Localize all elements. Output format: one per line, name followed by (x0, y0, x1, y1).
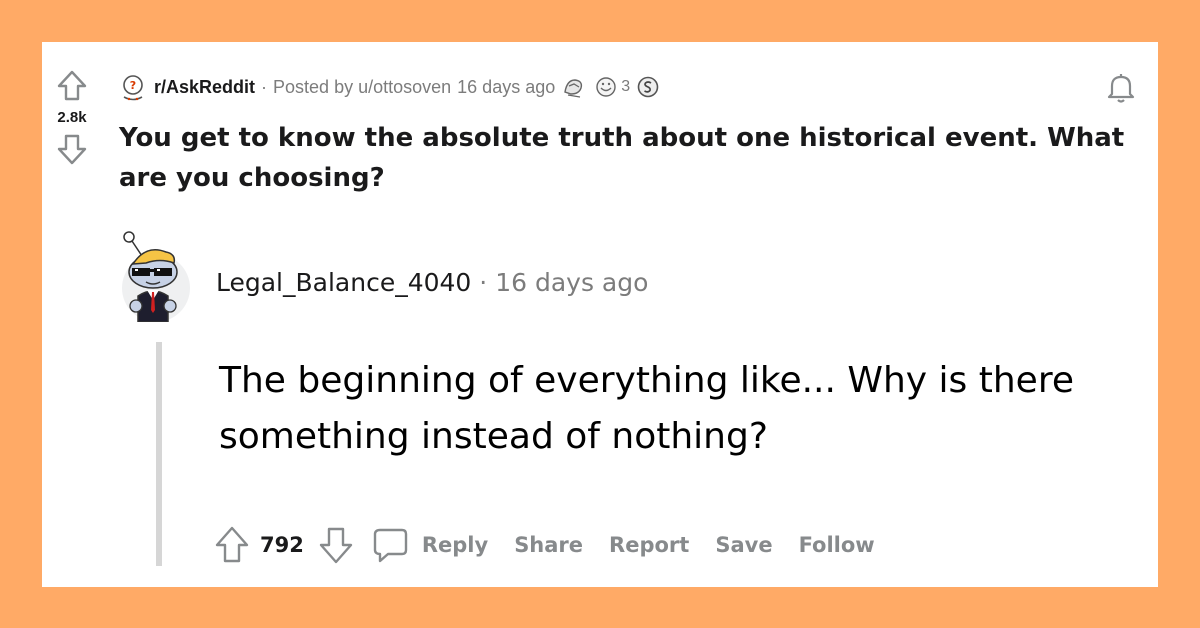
post-card: 2.8k ? r/AskReddit · Posted by u/ottosov… (42, 42, 1158, 587)
comment-actions: 792 Reply Share Report Save Follow (214, 525, 875, 565)
post-age: 16 days ago (457, 76, 556, 97)
post-title[interactable]: You get to know the absolute truth about… (119, 118, 1139, 198)
thread-line[interactable] (156, 342, 162, 566)
notification-bell-icon[interactable] (1106, 72, 1136, 104)
reply-label: Reply (421, 533, 489, 557)
comment-age: 16 days ago (495, 268, 649, 297)
snoo-avatar-icon (116, 231, 196, 326)
avatar[interactable] (116, 230, 196, 323)
reply-button[interactable]: Reply (372, 526, 488, 564)
comment-author[interactable]: Legal_Balance_4040 (216, 268, 471, 297)
comment-body: The beginning of everything like... Why … (219, 360, 1074, 457)
upvote-icon[interactable] (214, 525, 250, 565)
post-vote-column: 2.8k (42, 70, 102, 165)
share-button[interactable]: Share (514, 533, 583, 557)
downvote-icon[interactable] (318, 525, 354, 565)
report-button[interactable]: Report (609, 533, 689, 557)
downvote-icon[interactable] (57, 133, 87, 165)
comment-icon (372, 526, 408, 564)
follow-button[interactable]: Follow (799, 533, 875, 557)
comment-header: Legal_Balance_4040 · 16 days ago (216, 268, 648, 297)
svg-text:?: ? (130, 79, 136, 92)
upvote-icon[interactable] (57, 70, 87, 102)
posted-by[interactable]: Posted by u/ottosoven (273, 77, 451, 98)
save-button[interactable]: Save (715, 533, 772, 557)
subreddit-link[interactable]: r/AskReddit (154, 77, 255, 98)
post-score: 2.8k (57, 109, 87, 126)
post-meta: ? r/AskReddit · Posted by u/ottosoven 16… (118, 72, 660, 102)
subreddit-icon[interactable]: ? (118, 72, 148, 102)
comment-score: 792 (260, 533, 304, 557)
award-icon[interactable] (593, 74, 619, 100)
award-icon[interactable] (561, 74, 587, 100)
award-icon[interactable] (636, 75, 660, 99)
award-count: 3 (621, 78, 631, 95)
meta-separator: · (261, 76, 268, 97)
comment-separator: · (479, 268, 488, 297)
